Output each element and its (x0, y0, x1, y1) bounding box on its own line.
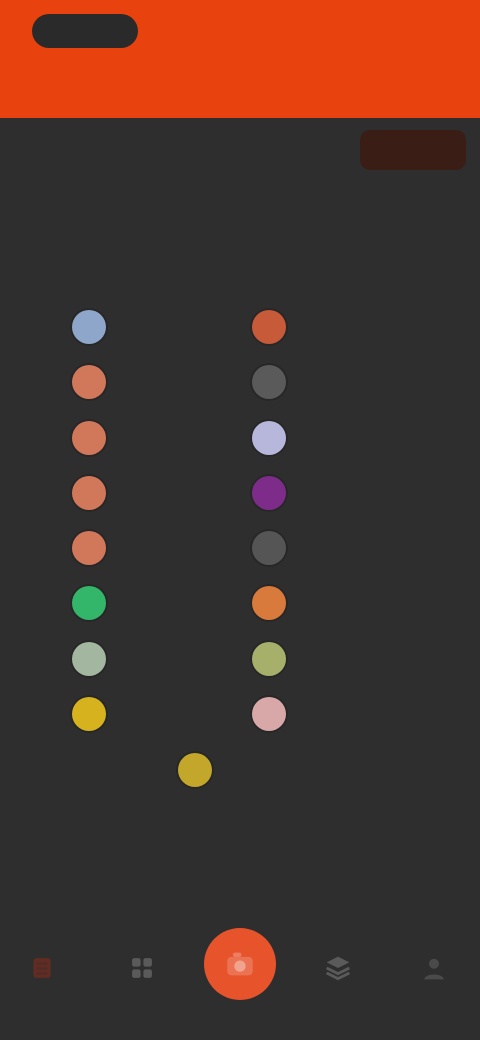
header-left-item[interactable] (20, 74, 80, 102)
legend-item[interactable] (252, 694, 298, 734)
nav-item[interactable] (318, 948, 358, 988)
legend-grid (0, 295, 480, 815)
legend-dot (252, 642, 286, 676)
legend-dot (72, 697, 106, 731)
profile-icon (424, 958, 444, 980)
legend-dot (72, 476, 106, 510)
center-action-button[interactable] (204, 928, 276, 1000)
menu-icon (33, 958, 51, 978)
header-center-title (170, 74, 310, 102)
legend-dot (178, 753, 212, 787)
legend-dot (252, 476, 286, 510)
legend-dot (72, 586, 106, 620)
legend-item[interactable] (252, 473, 298, 513)
legend-dot (72, 642, 106, 676)
legend-dot (72, 531, 106, 565)
legend-item[interactable] (252, 307, 298, 347)
legend-item[interactable] (72, 583, 118, 623)
legend-item[interactable] (72, 418, 118, 458)
legend-item[interactable] (72, 694, 118, 734)
legend-dot (72, 421, 106, 455)
grid-icon (132, 958, 152, 978)
legend-dot (252, 365, 286, 399)
legend-item[interactable] (252, 362, 298, 402)
legend-item[interactable] (72, 362, 118, 402)
legend-dot (72, 365, 106, 399)
nav-item[interactable] (22, 948, 62, 988)
top-action-button[interactable] (360, 130, 466, 170)
legend-dot (252, 697, 286, 731)
legend-item[interactable] (178, 750, 224, 790)
legend-item[interactable] (252, 528, 298, 568)
top-header (0, 0, 480, 118)
legend-dot (252, 310, 286, 344)
legend-dot (252, 531, 286, 565)
legend-item[interactable] (72, 528, 118, 568)
legend-item[interactable] (72, 473, 118, 513)
legend-item[interactable] (252, 583, 298, 623)
page-subtitle (170, 140, 350, 160)
legend-dot (252, 586, 286, 620)
legend-item[interactable] (252, 418, 298, 458)
logo[interactable] (32, 14, 138, 48)
app-root (0, 0, 480, 1040)
camera-icon (227, 952, 253, 976)
legend-dot (72, 310, 106, 344)
legend-item[interactable] (72, 639, 118, 679)
header-right-item[interactable] (372, 74, 462, 102)
layers-icon (326, 956, 350, 981)
nav-item[interactable] (414, 948, 454, 988)
legend-item[interactable] (72, 307, 118, 347)
bottom-navigation (0, 920, 480, 1020)
nav-item[interactable] (122, 948, 162, 988)
legend-item[interactable] (252, 639, 298, 679)
header-bottom-row (0, 74, 480, 104)
legend-dot (252, 421, 286, 455)
